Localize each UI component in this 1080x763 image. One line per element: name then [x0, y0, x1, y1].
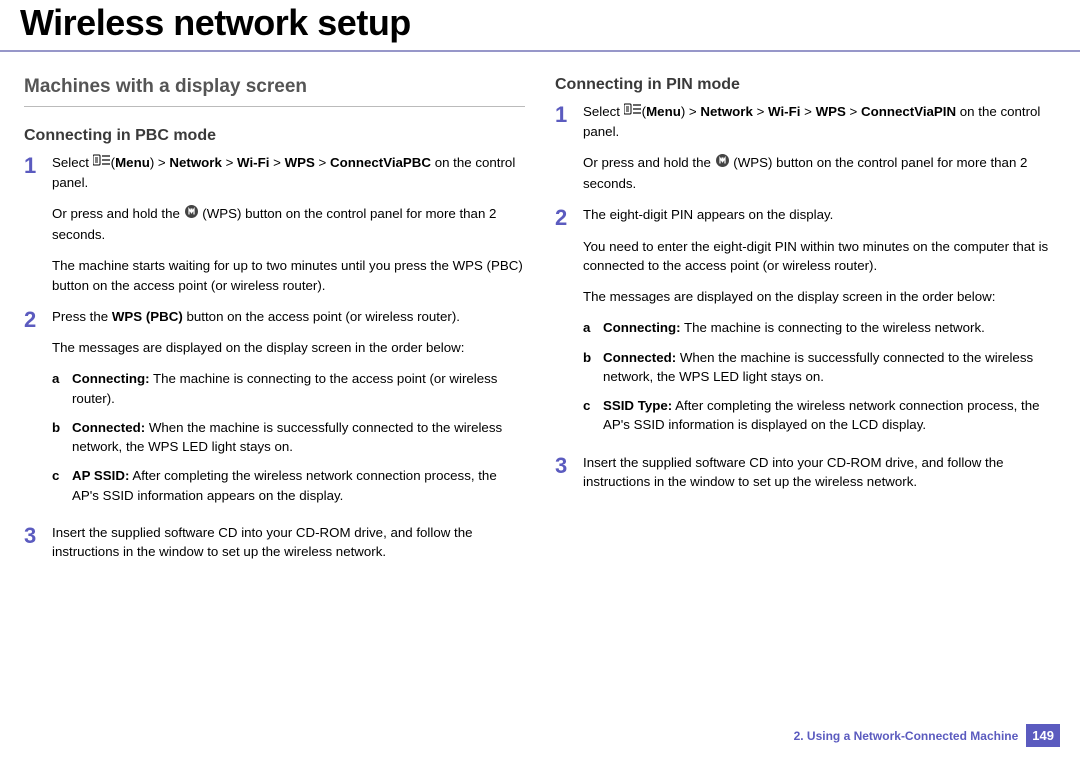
step-body: Insert the supplied software CD into you… — [583, 453, 1056, 496]
step-body: The eight-digit PIN appears on the displ… — [583, 205, 1056, 444]
text: The machine starts waiting for up to two… — [52, 256, 525, 295]
substep-letter: a — [583, 318, 603, 337]
path-connect-pbc: ConnectViaPBC — [330, 155, 431, 170]
status-connected: Connected: — [603, 350, 676, 365]
text: Select — [52, 155, 93, 170]
menu-label: Menu — [115, 155, 150, 170]
status-ssid-type: SSID Type: — [603, 398, 672, 413]
subsection-heading-pbc: Connecting in PBC mode — [24, 127, 525, 145]
menu-label: Menu — [646, 104, 681, 119]
status-connecting: Connecting: — [72, 371, 150, 386]
text: You need to enter the eight-digit PIN wi… — [583, 237, 1056, 276]
step-body: Press the WPS (PBC) button on the access… — [52, 307, 525, 515]
subsection-heading-pin: Connecting in PIN mode — [555, 76, 1056, 94]
status-ap-ssid: AP SSID: — [72, 468, 129, 483]
step-3-pin: 3 Insert the supplied software CD into y… — [555, 453, 1056, 496]
substep-c: c SSID Type: After completing the wirele… — [583, 396, 1056, 435]
path-connect-pin: ConnectViaPIN — [861, 104, 956, 119]
path-wifi: Wi-Fi — [237, 155, 269, 170]
text: Or press and hold the — [52, 206, 184, 221]
step-3-pbc: 3 Insert the supplied software CD into y… — [24, 523, 525, 566]
menu-icon — [93, 153, 111, 172]
substep-b: b Connected: When the machine is success… — [583, 348, 1056, 387]
text: > — [800, 104, 815, 119]
text: > — [846, 104, 861, 119]
path-wifi: Wi-Fi — [768, 104, 800, 119]
section-heading: Machines with a display screen — [24, 76, 525, 107]
title-underline — [0, 50, 1080, 52]
substep-letter: a — [52, 369, 72, 388]
path-wps: WPS — [285, 155, 315, 170]
text: The eight-digit PIN appears on the displ… — [583, 205, 1056, 224]
wps-pbc-label: WPS (PBC) — [112, 309, 183, 324]
text: > — [753, 104, 768, 119]
step-number: 2 — [24, 307, 52, 331]
status-connected: Connected: — [72, 420, 145, 435]
content-columns: Machines with a display screen Connectin… — [0, 60, 1080, 573]
path-network: Network — [169, 155, 221, 170]
substep-letter: c — [583, 396, 603, 415]
text: Select — [583, 104, 624, 119]
page-number: 149 — [1026, 724, 1060, 747]
step-number: 3 — [24, 523, 52, 547]
substep-letter: c — [52, 466, 72, 485]
substep-a: a Connecting: The machine is connecting … — [583, 318, 1056, 337]
step-number: 1 — [24, 153, 52, 177]
left-column: Machines with a display screen Connectin… — [24, 76, 525, 573]
status-connecting: Connecting: — [603, 320, 681, 335]
text: Or press and hold the — [583, 155, 715, 170]
substep-b: b Connected: When the machine is success… — [52, 418, 525, 457]
text: The messages are displayed on the displa… — [52, 338, 525, 357]
page: Wireless network setup Machines with a d… — [0, 0, 1080, 763]
step-body: Insert the supplied software CD into you… — [52, 523, 525, 566]
substep-letter: b — [52, 418, 72, 437]
text: The messages are displayed on the displa… — [583, 287, 1056, 306]
right-column: Connecting in PIN mode 1 Select (Menu) >… — [555, 76, 1056, 573]
step-body: Select (Menu) > Network > Wi-Fi > WPS > … — [52, 153, 525, 299]
step-1-pbc: 1 Select (Menu) > Network > Wi-Fi > WPS … — [24, 153, 525, 299]
substep-letter: b — [583, 348, 603, 367]
step-number: 1 — [555, 102, 583, 126]
page-footer: 2. Using a Network-Connected Machine 149 — [794, 724, 1060, 747]
text: button on the access point (or wireless … — [183, 309, 460, 324]
substep-c: c AP SSID: After completing the wireless… — [52, 466, 525, 505]
path-wps: WPS — [816, 104, 846, 119]
text: ) > — [150, 155, 170, 170]
step-2-pin: 2 The eight-digit PIN appears on the dis… — [555, 205, 1056, 444]
substep-a: a Connecting: The machine is connecting … — [52, 369, 525, 408]
step-number: 3 — [555, 453, 583, 477]
text: > — [269, 155, 284, 170]
wps-icon — [715, 153, 730, 173]
step-body: Select (Menu) > Network > Wi-Fi > WPS > … — [583, 102, 1056, 197]
path-network: Network — [700, 104, 752, 119]
text: > — [315, 155, 330, 170]
text: > — [222, 155, 237, 170]
text: Insert the supplied software CD into you… — [52, 523, 525, 562]
text: The machine is connecting to the wireles… — [681, 320, 985, 335]
step-1-pin: 1 Select (Menu) > Network > Wi-Fi > WPS … — [555, 102, 1056, 197]
text: After completing the wireless network co… — [72, 468, 497, 502]
step-2-pbc: 2 Press the WPS (PBC) button on the acce… — [24, 307, 525, 515]
footer-chapter: 2. Using a Network-Connected Machine — [794, 729, 1019, 743]
wps-icon — [184, 204, 199, 224]
text: ) > — [681, 104, 701, 119]
page-title: Wireless network setup — [0, 0, 1080, 50]
text: Press the — [52, 309, 112, 324]
text: Insert the supplied software CD into you… — [583, 453, 1056, 492]
step-number: 2 — [555, 205, 583, 229]
menu-icon — [624, 102, 642, 121]
